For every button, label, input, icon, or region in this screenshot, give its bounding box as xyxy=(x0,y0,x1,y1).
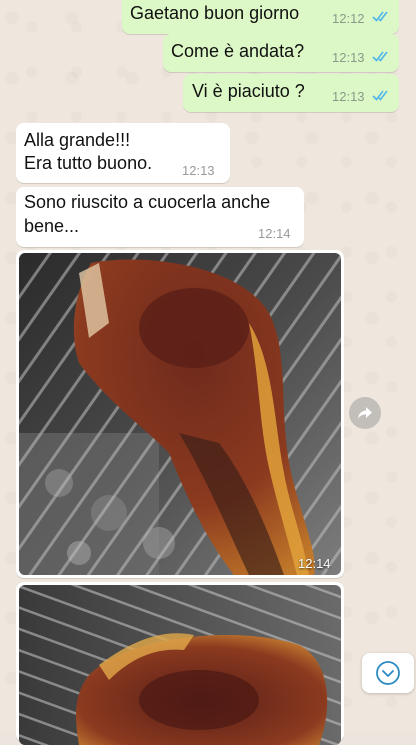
forward-icon xyxy=(358,407,372,419)
chevron-down-icon xyxy=(376,661,400,685)
steak-image xyxy=(19,253,341,575)
message-bubble-outgoing[interactable]: Vi è piaciuto ? 12:13 xyxy=(183,74,399,112)
message-bubble-outgoing[interactable]: Gaetano buon giorno 12:12 xyxy=(122,0,399,34)
message-text-line: Sono riuscito a cuocerla anche xyxy=(24,192,271,212)
message-time: 12:13 xyxy=(332,89,365,104)
photo-time: 12:14 xyxy=(298,556,331,571)
message-text: Come è andata? xyxy=(171,41,305,61)
message-time: 12:12 xyxy=(332,11,365,26)
message-bubble-incoming[interactable]: Alla grande!!! Era tutto buono. 12:13 xyxy=(16,123,230,183)
message-text-line: Alla grande!!! xyxy=(24,130,131,150)
message-text: Vi è piaciuto ? xyxy=(192,81,305,101)
message-text-line: bene... xyxy=(24,216,80,236)
double-check-icon xyxy=(372,11,388,22)
image-message[interactable]: 12:14 xyxy=(16,250,344,578)
message-time: 12:14 xyxy=(258,226,291,241)
image-message[interactable] xyxy=(16,582,344,745)
message-time: 12:13 xyxy=(332,50,365,65)
message-time: 12:13 xyxy=(182,163,215,178)
steak-photo[interactable] xyxy=(19,253,341,575)
message-bubble-incoming[interactable]: Sono riuscito a cuocerla anche bene... 1… xyxy=(16,187,304,247)
forward-button[interactable] xyxy=(349,397,381,429)
steak-image xyxy=(19,585,341,745)
double-check-icon xyxy=(372,90,388,101)
steak-photo[interactable] xyxy=(19,585,341,745)
message-bubble-outgoing[interactable]: Come è andata? 12:13 xyxy=(163,34,399,72)
message-text: Gaetano buon giorno xyxy=(130,3,300,23)
scroll-to-bottom-button[interactable] xyxy=(362,653,414,693)
message-text-line: Era tutto buono. xyxy=(24,153,153,173)
double-check-icon xyxy=(372,51,388,62)
